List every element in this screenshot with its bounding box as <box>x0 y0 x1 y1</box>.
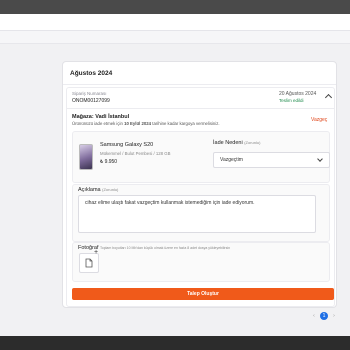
submit-request-button[interactable]: Talep Oluştur <box>72 288 334 300</box>
return-reason-select[interactable]: Vazgeçtim <box>213 152 330 168</box>
return-reason-value: Vazgeçtim <box>220 157 243 163</box>
pagination-prev-icon[interactable]: ‹ <box>310 312 318 320</box>
return-deadline-date: 10 Eylül 2024 <box>124 121 152 126</box>
panel-subheader <box>0 31 350 44</box>
order-number-label: Sipariş Numarası <box>72 91 107 96</box>
modal-panel: Ağustos 2024 Sipariş Numarası ONOM001270… <box>0 14 350 336</box>
product-block: Samsung Galaxy S20 Mükemmel / Bulut Pemb… <box>72 131 330 183</box>
photo-hint: Toplam boyutları 10 Mb'dan küçük olmak ü… <box>100 246 231 250</box>
description-textarea[interactable]: cihaz elime ulaştı fakat vazgeçtim kulla… <box>78 195 316 233</box>
order-card: Sipariş Numarası ONOM00127099 20 Ağustos… <box>66 87 335 307</box>
collapse-chevron-icon[interactable] <box>324 93 333 102</box>
order-status: Teslim edildi <box>279 98 304 103</box>
top-bar <box>0 0 350 14</box>
product-variant: Mükemmel / Bulut Pembesi / 128 GB <box>100 151 171 156</box>
return-deadline-note: Ürününüzü iade etmek için 10 Eylül 2024 … <box>72 121 220 126</box>
description-label: Açıklama (Zorunlu) <box>78 187 119 193</box>
order-number-value: ONOM00127099 <box>72 98 110 104</box>
cancel-button[interactable]: Vazgeç <box>311 117 327 123</box>
photo-label: Fotoğraf Toplam boyutları 10 Mb'dan küçü… <box>78 245 231 251</box>
order-date: 20 Ağustos 2024 <box>279 91 317 97</box>
month-title: Ağustos 2024 <box>63 62 336 85</box>
file-icon <box>85 258 93 268</box>
month-card: Ağustos 2024 Sipariş Numarası ONOM001270… <box>62 61 337 308</box>
add-photo-button[interactable]: + <box>79 249 99 273</box>
plus-icon: + <box>94 249 99 256</box>
store-title: Mağaza: Vadi İstanbul <box>72 114 130 120</box>
product-image <box>79 144 93 170</box>
divider <box>67 108 334 109</box>
product-price: ₺ 9.950 <box>100 159 118 165</box>
pagination-next-icon[interactable]: › <box>330 312 338 320</box>
pagination-page-1[interactable]: 1 <box>320 312 328 320</box>
panel-header <box>0 14 350 31</box>
photo-block: Fotoğraf Toplam boyutları 10 Mb'dan küçü… <box>72 242 330 282</box>
description-block: Açıklama (Zorunlu) cihaz elime ulaştı fa… <box>72 184 330 242</box>
chevron-down-icon <box>317 156 323 162</box>
product-name: Samsung Galaxy S20 <box>100 142 154 148</box>
return-reason-label: İade Nedeni (Zorunlu) <box>213 140 261 146</box>
